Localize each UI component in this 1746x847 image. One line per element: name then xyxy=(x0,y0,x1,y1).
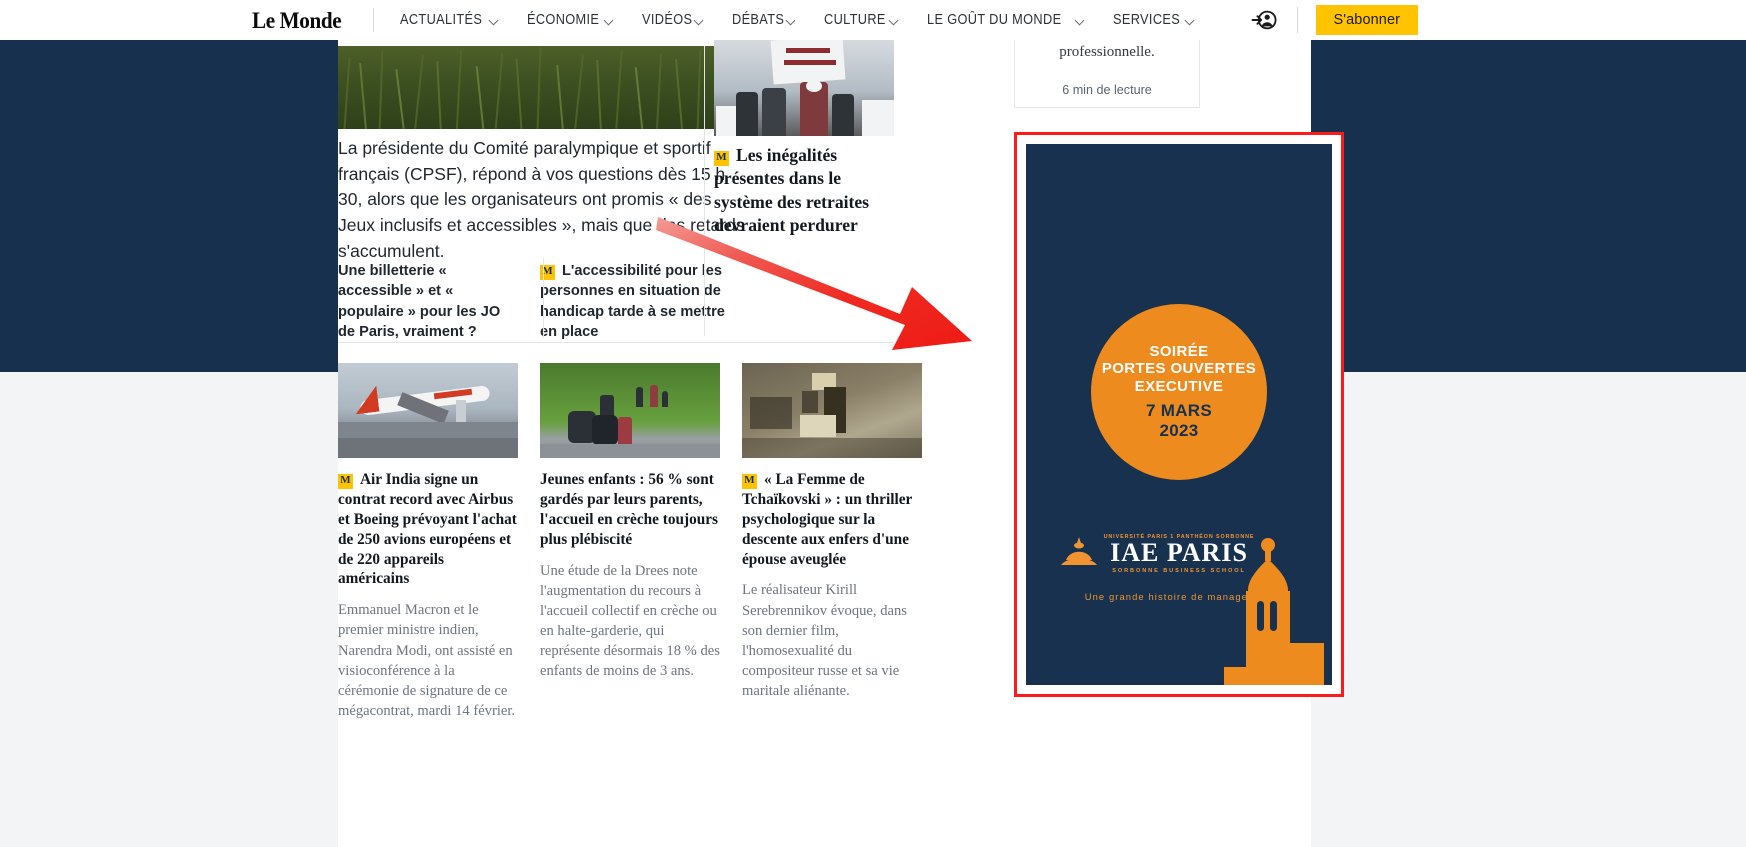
iae-emblem-icon xyxy=(1058,536,1100,566)
article-title[interactable]: MAir India signe un contrat record avec … xyxy=(338,470,518,589)
article-title[interactable]: M« La Femme de Tchaïkovski » : un thrill… xyxy=(742,470,922,569)
chevron-down-icon xyxy=(1186,16,1195,25)
header-divider-2 xyxy=(1297,7,1298,33)
article-description: Emmanuel Macron et le premier ministre i… xyxy=(338,600,518,721)
article-description: Le réalisateur Kirill Serebrennikov évoq… xyxy=(742,580,922,701)
nav-item-videos[interactable]: VIDÉOS xyxy=(642,12,704,28)
chevron-down-icon xyxy=(605,16,614,25)
article-thumbnail[interactable] xyxy=(742,363,922,458)
sidebar-teaser-card[interactable]: professionnelle. 6 min de lecture xyxy=(1014,36,1200,108)
nav-item-actualites[interactable]: ACTUALITÉS xyxy=(400,12,498,28)
site-header: Le Monde ACTUALITÉS ÉCONOMIE VIDÉOS DÉBA… xyxy=(0,0,1746,40)
secondary-article-headline[interactable]: MLes inégalités présentes dans le systèm… xyxy=(714,144,896,238)
premium-badge-icon: M xyxy=(338,474,353,489)
ad-circle-badge: SOIRÉE PORTES OUVERTES EXECUTIVE 7 MARS … xyxy=(1091,304,1267,480)
headline-text: Les inégalités présentes dans le système… xyxy=(714,145,869,235)
lead-article-summary: La présidente du Comité paralympique et … xyxy=(338,136,750,265)
ad-circle-line3: EXECUTIVE xyxy=(1135,378,1224,395)
nav-label: ACTUALITÉS xyxy=(400,12,482,28)
main-navigation: ACTUALITÉS ÉCONOMIE VIDÉOS DÉBATS CULTUR… xyxy=(400,12,1194,28)
article-description: Une étude de la Drees note l'augmentatio… xyxy=(540,561,720,682)
page-bg-left xyxy=(0,372,338,847)
advertisement-banner[interactable]: SOIRÉE PORTES OUVERTES EXECUTIVE 7 MARS … xyxy=(1026,144,1332,685)
navy-band-left xyxy=(0,36,338,372)
sidebar-reading-time: 6 min de lecture xyxy=(1015,83,1199,97)
chevron-down-icon xyxy=(1076,16,1085,25)
header-actions: S'abonner xyxy=(1251,5,1419,35)
nav-item-services[interactable]: SERVICES xyxy=(1113,12,1194,28)
sorbonne-dome-illustration xyxy=(1204,535,1324,685)
ad-date-line2: 2023 xyxy=(1159,421,1198,441)
page-bg-right xyxy=(1311,372,1746,847)
secondary-article-image[interactable] xyxy=(714,36,894,136)
section-divider xyxy=(338,342,894,343)
advertisement-highlight-box: SOIRÉE PORTES OUVERTES EXECUTIVE 7 MARS … xyxy=(1014,132,1344,697)
related-link-accessibilite[interactable]: ML'accessibilité pour les personnes en s… xyxy=(540,261,730,343)
header-inner: Le Monde ACTUALITÉS ÉCONOMIE VIDÉOS DÉBA… xyxy=(248,0,1418,40)
chevron-down-icon xyxy=(890,16,899,25)
page-root: Le Monde ACTUALITÉS ÉCONOMIE VIDÉOS DÉBA… xyxy=(0,0,1746,847)
premium-badge-icon: M xyxy=(714,151,729,166)
le-monde-logo[interactable]: Le Monde xyxy=(252,9,343,32)
nav-label: LE GOÛT DU MONDE xyxy=(927,12,1061,28)
article-card[interactable]: M« La Femme de Tchaïkovski » : un thrill… xyxy=(742,363,922,721)
article-title-text: Air India signe un contrat record avec A… xyxy=(338,471,517,587)
nav-item-culture[interactable]: CULTURE xyxy=(824,12,899,28)
nav-label: CULTURE xyxy=(824,12,886,28)
article-thumbnail[interactable] xyxy=(540,363,720,458)
article-title-text: « La Femme de Tchaïkovski » : un thrille… xyxy=(742,471,912,568)
nav-item-debats[interactable]: DÉBATS xyxy=(732,12,796,28)
nav-label: VIDÉOS xyxy=(642,12,692,28)
chevron-down-icon xyxy=(695,16,704,25)
related-link-label: L'accessibilité pour les personnes en si… xyxy=(540,263,725,340)
nav-label: DÉBATS xyxy=(732,12,784,28)
ad-date-line1: 7 MARS xyxy=(1146,401,1212,421)
premium-badge-icon: M xyxy=(742,474,757,489)
nav-label: ÉCONOMIE xyxy=(527,12,599,28)
article-title[interactable]: Jeunes enfants : 56 % sont gardés par le… xyxy=(540,470,720,550)
lead-article-image[interactable] xyxy=(338,46,750,129)
subscribe-button[interactable]: S'abonner xyxy=(1316,5,1419,35)
nav-item-economie[interactable]: ÉCONOMIE xyxy=(527,12,614,28)
column-divider-2 xyxy=(543,258,544,338)
related-link-billetterie[interactable]: Une billetterie « accessible » et « popu… xyxy=(338,261,518,343)
article-card[interactable]: MAir India signe un contrat record avec … xyxy=(338,363,518,721)
ad-circle-line1: SOIRÉE xyxy=(1149,343,1208,360)
article-card[interactable]: Jeunes enfants : 56 % sont gardés par le… xyxy=(540,363,720,721)
nav-label: SERVICES xyxy=(1113,12,1180,28)
ad-circle-line2: PORTES OUVERTES xyxy=(1102,360,1256,377)
account-login-icon[interactable] xyxy=(1251,7,1277,33)
lead-related-links: Une billetterie « accessible » et « popu… xyxy=(338,261,750,343)
header-divider xyxy=(373,8,374,32)
chevron-down-icon xyxy=(787,16,796,25)
column-divider-1 xyxy=(704,46,705,336)
article-thumbnail[interactable] xyxy=(338,363,518,458)
chevron-down-icon xyxy=(490,16,499,25)
nav-item-le-gout-du-monde[interactable]: LE GOÛT DU MONDE xyxy=(927,12,1085,28)
